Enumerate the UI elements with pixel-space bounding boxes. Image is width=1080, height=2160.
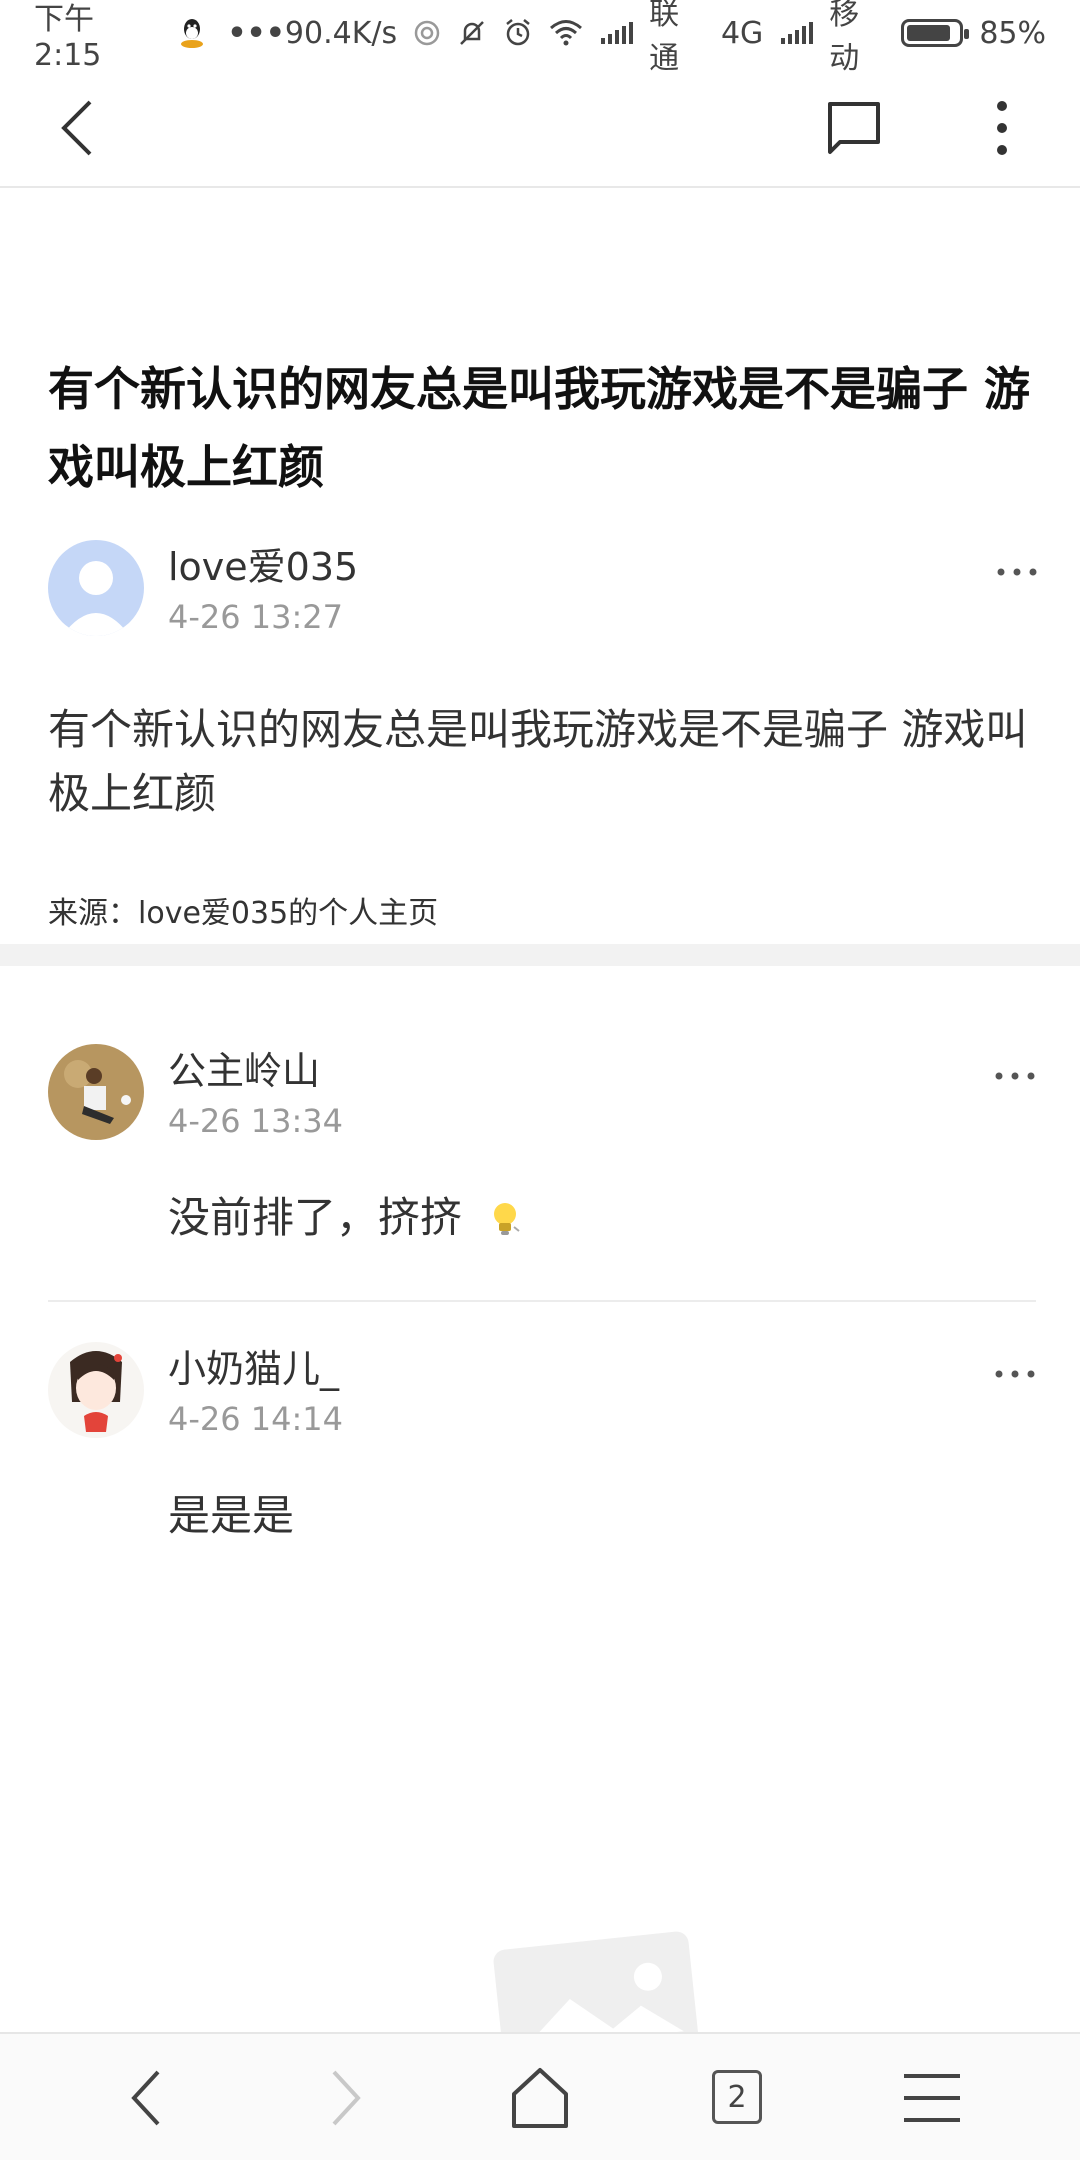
status-time: 下午2:15 (34, 1, 102, 73)
net-speed: 90.4K/s (284, 15, 398, 51)
user-photo-avatar (48, 1044, 144, 1140)
section-divider (0, 944, 1080, 966)
signal-icon (779, 20, 814, 46)
browser-back-button[interactable] (112, 2062, 184, 2134)
comment-divider (48, 1300, 1036, 1302)
battery-percent: 85% (979, 15, 1047, 51)
browser-forward-button[interactable] (308, 2062, 380, 2134)
image-placeholder-icon (488, 1920, 708, 2089)
post: 有个新认识的网友总是叫我玩游戏是不是骗子 游戏叫极上红颜 love爱035 4-… (48, 188, 1038, 932)
menu-button[interactable] (896, 2062, 968, 2134)
comment-user[interactable]: 公主岭山 (168, 1046, 343, 1096)
alarm-icon (503, 18, 533, 48)
home-button[interactable] (504, 2062, 576, 2134)
more-horizontal-icon[interactable] (994, 1366, 1036, 1382)
network-type: 4G (720, 15, 764, 51)
comment-item: 公主岭山 4-26 13:34 没前排了，挤挤 (48, 1044, 1036, 1248)
more-menu-button[interactable] (984, 96, 1020, 160)
app-bar (0, 66, 1080, 188)
home-icon (512, 2068, 568, 2128)
wifi-icon (549, 19, 583, 47)
status-bar: 下午2:15 ••• 90.4K/s 联通 4G 移动 85% (0, 0, 1080, 76)
hotspot-icon (413, 19, 441, 47)
comment-user[interactable]: 小奶猫儿_ (168, 1344, 343, 1394)
tabs-button[interactable]: 2 (712, 2070, 762, 2124)
signal-icon (599, 20, 634, 46)
back-button[interactable] (50, 96, 110, 160)
avatar[interactable] (48, 1044, 144, 1140)
comment-author-row: 公主岭山 4-26 13:34 (48, 1044, 1036, 1156)
status-dots: ••• (227, 15, 285, 51)
comment-icon (828, 102, 880, 154)
comment-author-row: 小奶猫儿_ 4-26 14:14 (48, 1342, 1036, 1454)
user-cartoon-avatar (48, 1342, 144, 1438)
mute-icon (457, 18, 487, 48)
more-vertical-icon (997, 101, 1007, 155)
more-horizontal-icon[interactable] (996, 564, 1038, 580)
hamburger-menu-icon (904, 2074, 960, 2122)
avatar[interactable] (48, 1342, 144, 1438)
post-source[interactable]: 来源：love爱035的个人主页 (48, 888, 1038, 932)
post-time: 4-26 13:27 (168, 598, 344, 636)
more-horizontal-icon[interactable] (994, 1068, 1036, 1084)
chevron-left-icon (61, 100, 92, 156)
default-avatar-icon (48, 540, 144, 636)
avatar[interactable] (48, 540, 144, 636)
comment-list: 公主岭山 4-26 13:34 没前排了，挤挤 小奶猫儿_ 4-26 14:14… (48, 1010, 1036, 1546)
comment-time: 4-26 13:34 (168, 1102, 344, 1140)
comment-text: 是是是 (168, 1491, 295, 1540)
comment-text: 没前排了，挤挤 (168, 1193, 463, 1242)
comment-item: 小奶猫儿_ 4-26 14:14 是是是 (48, 1342, 1036, 1546)
tab-count-label: 2 (727, 2079, 747, 2115)
battery-icon (901, 19, 970, 47)
chevron-left-icon (131, 2070, 160, 2126)
chevron-right-icon (332, 2070, 361, 2126)
comment-time: 4-26 14:14 (168, 1400, 344, 1438)
post-body: 有个新认识的网友总是叫我玩游戏是不是骗子 游戏叫极上红颜 (48, 705, 1028, 818)
post-author-row: love爱035 4-26 13:27 (48, 540, 1038, 652)
qq-icon (179, 17, 205, 49)
author-name[interactable]: love爱035 (168, 542, 358, 592)
browser-bottom-bar: 2 (0, 2032, 1080, 2160)
post-title: 有个新认识的网友总是叫我玩游戏是不是骗子 游戏叫极上红颜 (48, 362, 1031, 494)
comment-button[interactable] (826, 100, 882, 156)
lightbulb-emoji-icon (494, 1203, 520, 1235)
